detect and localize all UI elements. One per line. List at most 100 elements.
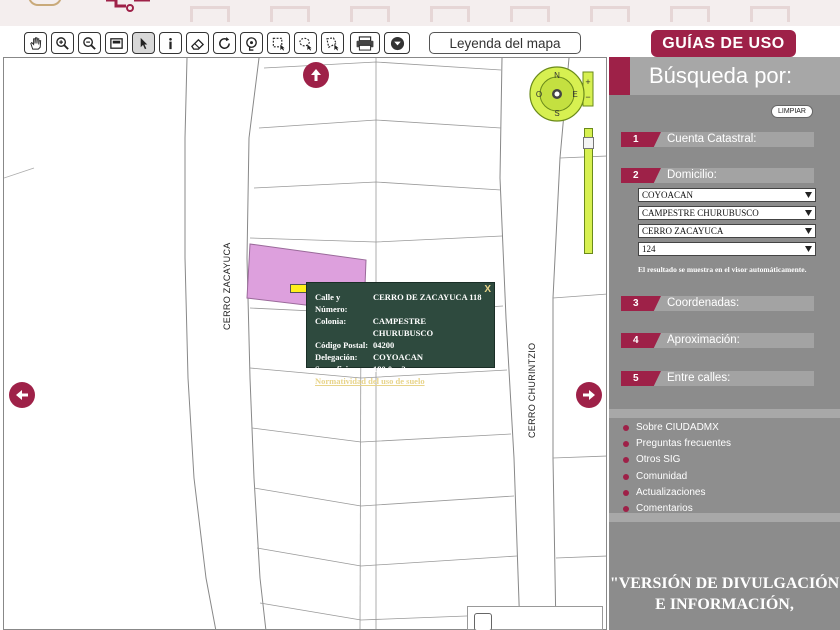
section-number: 2: [621, 168, 661, 183]
popup-row: Código Postal: 04200: [315, 339, 488, 351]
section-label: Entre calles:: [667, 372, 731, 384]
panel-divider: [609, 409, 840, 418]
numero-select[interactable]: 124: [638, 242, 816, 256]
info-pointer-button[interactable]: [132, 32, 155, 54]
zoom-out-button[interactable]: [78, 32, 101, 54]
popup-value: 04200: [373, 340, 395, 350]
section-entre-calles[interactable]: 5 Entre calles:: [621, 371, 814, 386]
zoom-slider-handle[interactable]: [583, 137, 594, 149]
bullet-icon: [623, 489, 629, 496]
section-number: 5: [621, 371, 661, 386]
popup-value: COYOACAN: [373, 352, 424, 362]
section-label: Cuenta Catastral:: [667, 133, 757, 145]
compass-o: O: [536, 90, 542, 99]
compass-n: N: [554, 71, 560, 80]
fret-decoration: [590, 6, 630, 22]
panel-header: Búsqueda por:: [609, 57, 840, 95]
location-pin-icon[interactable]: [290, 284, 307, 293]
download-button[interactable]: [384, 32, 410, 54]
zoom-slider[interactable]: [583, 128, 594, 254]
select-value: 124: [642, 244, 656, 254]
pan-north-button[interactable]: [303, 62, 329, 88]
zoom-in-button[interactable]: [51, 32, 74, 54]
link-label: Actualizaciones: [636, 487, 706, 498]
section-number: 3: [621, 296, 661, 311]
print-button[interactable]: [350, 32, 380, 54]
popup-key: Delegación:: [315, 352, 358, 362]
section-aproximacion[interactable]: 4 Aproximación:: [621, 333, 814, 348]
calle-select[interactable]: CERRO ZACAYUCA: [638, 224, 816, 238]
chevron-down-icon: [805, 210, 812, 216]
fret-decoration: [430, 6, 470, 22]
panel-header-accent: [609, 57, 630, 95]
street-label-left: CERRO ZACAYUCA: [222, 242, 232, 330]
arrow-up-icon: [311, 69, 321, 81]
arrow-right-icon: [583, 390, 595, 400]
zoom-out-icon: [83, 36, 96, 50]
chevron-down-icon: [805, 192, 812, 198]
link-comunidad[interactable]: Comunidad: [623, 471, 687, 482]
pan-button[interactable]: [24, 32, 47, 54]
full-extent-button[interactable]: [105, 32, 128, 54]
popup-row: Superficie: 180.0 m2: [315, 363, 488, 375]
chevron-down-icon: [805, 246, 812, 252]
street-label-right: CERRO CHURINTZIO: [527, 342, 537, 438]
auto-result-note: El resultado se muestra en el visor auto…: [638, 265, 807, 274]
overview-map[interactable]: [467, 606, 603, 630]
link-label: Sobre CIUDADMX: [636, 422, 719, 433]
delegacion-select[interactable]: COYOACAN: [638, 188, 816, 202]
overview-magnifier-icon[interactable]: [474, 613, 492, 630]
link-preguntas-frecuentes[interactable]: Preguntas frecuentes: [623, 438, 731, 449]
popup-key: Superficie:: [315, 364, 355, 374]
info-icon: [169, 37, 172, 49]
fret-decoration: [190, 6, 230, 22]
locate-button[interactable]: [240, 32, 263, 54]
map-viewport[interactable]: CERRO ZACAYUCA CERRO CHURINTZIO: [3, 57, 607, 630]
compass-s: S: [554, 109, 559, 118]
legend-button[interactable]: Leyenda del mapa: [429, 32, 581, 54]
guias-de-uso-button[interactable]: GUÍAS DE USO: [651, 30, 796, 57]
svg-text:−: −: [585, 92, 590, 102]
info-button[interactable]: [159, 32, 182, 54]
section-domicilio[interactable]: 2 Domicilio:: [621, 168, 814, 183]
popup-value: CERRO DE ZACAYUCA 118: [373, 292, 482, 302]
popup-row: Delegación: COYOACAN: [315, 351, 488, 363]
section-coordenadas[interactable]: 3 Coordenadas:: [621, 296, 814, 311]
select-lasso-icon: [299, 37, 312, 51]
locate-icon: [246, 36, 257, 51]
link-otros-sig[interactable]: Otros SIG: [623, 454, 680, 465]
select-value: CERRO ZACAYUCA: [642, 226, 724, 236]
select-rect-icon: [272, 37, 285, 51]
popup-close-button[interactable]: X: [484, 284, 491, 295]
eraser-icon: [191, 38, 205, 50]
normatividad-link[interactable]: Normatividad del uso de suelo: [315, 375, 488, 387]
link-label: Otros SIG: [636, 454, 681, 465]
colonia-select[interactable]: CAMPESTRE CHURUBUSCO: [638, 206, 816, 220]
zoom-in-icon: [56, 36, 69, 50]
bullet-icon: [623, 456, 629, 463]
select-lasso-button[interactable]: [294, 32, 317, 54]
compass-control[interactable]: + − N S E O: [527, 66, 597, 122]
sig-cdmx-app: Leyenda del mapa GUÍAS DE USO CERRO ZACA…: [0, 0, 840, 630]
section-label: Coordenadas:: [667, 297, 740, 309]
section-label: Aproximación:: [667, 334, 740, 346]
section-number: 4: [621, 333, 661, 348]
search-panel: Búsqueda por: LIMPIAR 1 Cuenta Catastral…: [609, 57, 840, 630]
pan-east-button[interactable]: [576, 382, 602, 408]
select-polygon-button[interactable]: [321, 32, 344, 54]
section-number: 1: [621, 132, 661, 147]
pan-icon: [30, 36, 42, 50]
link-sobre-ciudadmx[interactable]: Sobre CIUDADMX: [623, 422, 719, 433]
limpiar-button[interactable]: LIMPIAR: [771, 105, 813, 118]
pan-west-button[interactable]: [9, 382, 35, 408]
section-cuenta-catastral[interactable]: 1 Cuenta Catastral:: [621, 132, 814, 147]
eraser-button[interactable]: [186, 32, 209, 54]
select-polygon-icon: [326, 36, 339, 51]
link-actualizaciones[interactable]: Actualizaciones: [623, 487, 705, 498]
panel-divider: [609, 513, 840, 522]
refresh-button[interactable]: [213, 32, 236, 54]
popup-key: Código Postal:: [315, 340, 369, 350]
select-rect-button[interactable]: [267, 32, 290, 54]
bullet-icon: [623, 424, 629, 431]
link-label: Comunidad: [636, 471, 688, 482]
